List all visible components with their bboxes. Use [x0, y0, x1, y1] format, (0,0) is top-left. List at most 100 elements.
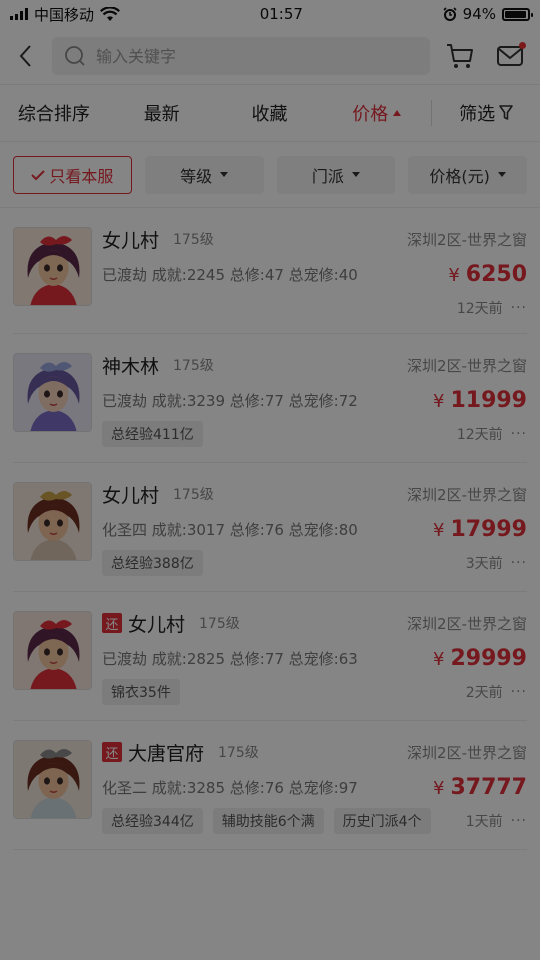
sort-tabs: 综合排序 最新 收藏 价格 筛选 — [0, 84, 540, 142]
character-avatar[interactable] — [13, 353, 92, 432]
server-name: 深圳2区-世界之窗 — [407, 356, 527, 375]
attribute-tag: 锦衣35件 — [102, 679, 180, 705]
currency-symbol: ¥ — [433, 390, 445, 412]
listing-item[interactable]: 女儿村 175级 深圳2区-世界之窗 化圣四 成就:3017 总修:76 总宠修… — [13, 463, 527, 592]
server-name: 深圳2区-世界之窗 — [407, 230, 527, 249]
cart-button[interactable] — [440, 36, 480, 76]
currency-symbol: ¥ — [448, 264, 460, 286]
attribute-tag: 历史门派4个 — [333, 808, 431, 834]
listing-price: ¥29999 — [433, 645, 527, 671]
tag-list: 总经验388亿 — [102, 550, 466, 576]
level-dropdown[interactable]: 等级 — [144, 155, 264, 194]
dropdown-caret-icon — [351, 172, 360, 177]
tab-favorites[interactable]: 收藏 — [216, 100, 324, 126]
more-icon[interactable]: ··· — [511, 684, 527, 700]
tab-newest[interactable]: 最新 — [108, 100, 216, 126]
school-dropdown[interactable]: 门派 — [276, 155, 396, 194]
tab-filter[interactable]: 筛选 — [431, 100, 540, 126]
notification-dot — [519, 42, 526, 49]
search-input[interactable] — [96, 46, 418, 66]
character-portrait-icon — [14, 483, 91, 560]
listing-time: 12天前 ··· — [456, 300, 527, 317]
more-icon[interactable]: ··· — [511, 555, 527, 571]
sort-up-icon — [393, 110, 402, 116]
listing-price: ¥11999 — [433, 387, 527, 413]
currency-symbol: ¥ — [433, 648, 445, 670]
character-avatar[interactable] — [13, 482, 92, 561]
tab-price[interactable]: 价格 — [323, 100, 431, 126]
battery-icon — [502, 7, 533, 21]
tab-comprehensive[interactable]: 综合排序 — [0, 100, 108, 126]
carrier-label: 中国移动 — [34, 5, 95, 24]
only-this-server-toggle[interactable]: 只看本服 — [13, 155, 132, 194]
clock: 01:57 — [259, 5, 303, 23]
server-name: 深圳2区-世界之窗 — [407, 614, 527, 633]
dropdown-caret-icon — [220, 172, 229, 177]
character-avatar[interactable] — [13, 227, 92, 306]
more-icon[interactable]: ··· — [511, 813, 527, 829]
character-portrait-icon — [14, 612, 91, 689]
character-portrait-icon — [14, 228, 91, 305]
character-stats: 化圣二 成就:3285 总修:76 总宠修:97 — [102, 778, 358, 797]
returned-badge: 还 — [102, 613, 122, 633]
character-stats: 已渡劫 成就:2245 总修:47 总宠修:40 — [102, 265, 358, 284]
character-school: 大唐官府 — [128, 742, 205, 765]
character-stats: 已渡劫 成就:3239 总修:77 总宠修:72 — [102, 391, 358, 410]
mail-icon — [497, 46, 523, 66]
character-avatar[interactable] — [13, 740, 92, 819]
price-dropdown[interactable]: 价格(元) — [408, 155, 527, 194]
character-stats: 化圣四 成就:3017 总修:76 总宠修:80 — [102, 520, 358, 539]
listing-time: 1天前 ··· — [465, 813, 527, 830]
battery-fill — [505, 10, 526, 18]
listing-time: 12天前 ··· — [456, 426, 527, 443]
tag-list: 总经验411亿 — [102, 421, 457, 447]
character-portrait-icon — [14, 741, 91, 818]
tag-list: 总经验344亿 辅助技能6个满 历史门派4个 — [102, 808, 466, 834]
top-bar — [0, 28, 540, 84]
listing-time: 2天前 ··· — [465, 684, 527, 701]
tag-list: 锦衣35件 — [102, 679, 466, 705]
currency-symbol: ¥ — [433, 777, 445, 799]
back-button[interactable] — [8, 36, 42, 76]
attribute-tag: 总经验388亿 — [102, 550, 203, 576]
cart-icon — [447, 44, 473, 68]
attribute-tag: 总经验411亿 — [102, 421, 203, 447]
character-level: 175级 — [173, 487, 214, 503]
character-school: 女儿村 — [102, 229, 160, 252]
message-button[interactable] — [490, 36, 530, 76]
listing-price: ¥6250 — [448, 261, 527, 287]
attribute-tag: 总经验344亿 — [102, 808, 203, 834]
search-box[interactable] — [52, 37, 430, 75]
signal-icon — [10, 8, 28, 20]
server-name: 深圳2区-世界之窗 — [407, 485, 527, 504]
attribute-tag: 辅助技能6个满 — [212, 808, 324, 834]
listing-item[interactable]: 神木林 175级 深圳2区-世界之窗 已渡劫 成就:3239 总修:77 总宠修… — [13, 334, 527, 463]
back-chevron-icon — [19, 45, 31, 67]
more-icon[interactable]: ··· — [511, 300, 527, 316]
character-school: 女儿村 — [128, 613, 186, 636]
status-bar: 中国移动 01:57 94% — [0, 0, 540, 28]
character-level: 175级 — [218, 745, 259, 761]
listing-time: 3天前 ··· — [465, 555, 527, 572]
character-avatar[interactable] — [13, 611, 92, 690]
listing-item[interactable]: 女儿村 175级 深圳2区-世界之窗 已渡劫 成就:2245 总修:47 总宠修… — [13, 208, 527, 334]
listing-price: ¥37777 — [433, 774, 527, 800]
listing-item[interactable]: 还 大唐官府 175级 深圳2区-世界之窗 化圣二 成就:3285 总修:76 … — [13, 721, 527, 850]
character-stats: 已渡劫 成就:2825 总修:77 总宠修:63 — [102, 649, 358, 668]
character-level: 175级 — [173, 358, 214, 374]
battery-percent: 94% — [462, 5, 496, 23]
currency-symbol: ¥ — [433, 519, 445, 541]
character-level: 175级 — [173, 232, 214, 248]
returned-badge: 还 — [102, 742, 122, 762]
wifi-icon — [100, 6, 120, 21]
listing-item[interactable]: 还 女儿村 175级 深圳2区-世界之窗 已渡劫 成就:2825 总修:77 总… — [13, 592, 527, 721]
app-screen: 中国移动 01:57 94% 综合排序 最新 收藏 价格 — [0, 0, 540, 960]
character-school: 女儿村 — [102, 484, 160, 507]
dropdown-caret-icon — [497, 172, 506, 177]
search-icon — [65, 46, 85, 66]
filter-icon — [499, 105, 513, 120]
check-icon — [31, 169, 46, 180]
character-portrait-icon — [14, 354, 91, 431]
more-icon[interactable]: ··· — [511, 426, 527, 442]
listing-list: 女儿村 175级 深圳2区-世界之窗 已渡劫 成就:2245 总修:47 总宠修… — [0, 208, 540, 850]
